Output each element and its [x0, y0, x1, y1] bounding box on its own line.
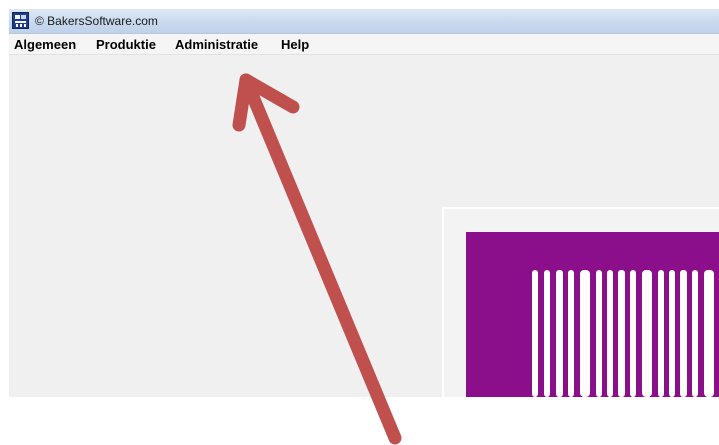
red-arrow-pointer — [232, 73, 402, 445]
